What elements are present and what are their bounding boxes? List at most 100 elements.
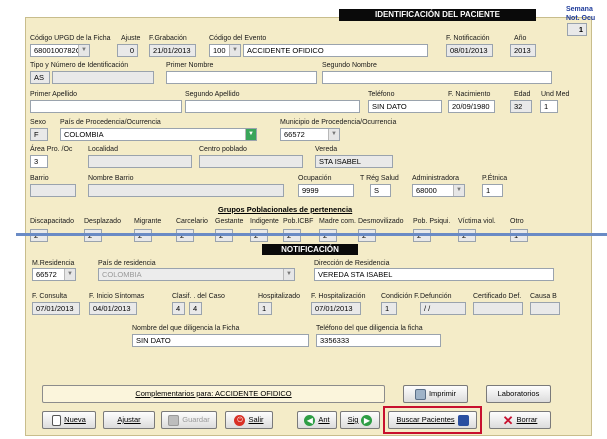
close-icon: ✕ <box>502 412 514 428</box>
area-field[interactable]: 3 <box>30 155 48 168</box>
administradora-value: 68000 <box>416 186 437 195</box>
defuncion-label: Defunción <box>420 293 452 300</box>
borrar-button[interactable]: ✕ Borrar <box>489 411 551 429</box>
guardar-button[interactable]: Guardar <box>161 411 217 429</box>
anterior-button[interactable]: ◀ Ant <box>297 411 337 429</box>
codigo-evento-select[interactable]: 100 ▼ <box>209 44 241 57</box>
f-inicio-field[interactable]: 04/01/2013 <box>89 302 137 315</box>
barrio-field[interactable] <box>30 184 76 197</box>
chevron-down-icon[interactable]: ▼ <box>453 185 464 196</box>
nombre-barrio-field[interactable] <box>88 184 284 197</box>
imprimir-button[interactable]: Imprimir <box>403 385 468 403</box>
f-grabacion-field[interactable]: 21/01/2013 <box>149 44 196 57</box>
primer-nombre-field[interactable] <box>166 71 317 84</box>
ajustar-label: Ajustar <box>117 415 141 424</box>
grupo-label: Desmovilizado <box>358 218 404 225</box>
hospitalizado-field[interactable]: 1 <box>258 302 272 315</box>
ajustar-button[interactable]: Ajustar <box>103 411 155 429</box>
f-hosp-label: F. Hospitalización <box>311 293 366 300</box>
f-consulta-field[interactable]: 07/01/2013 <box>32 302 80 315</box>
localidad-label: Localidad <box>88 146 118 153</box>
segundo-nombre-field[interactable] <box>322 71 552 84</box>
barrio-label: Barrio <box>30 175 49 182</box>
grupo-label: Otro <box>510 218 524 225</box>
primer-nombre-label: Primer Nombre <box>166 62 214 69</box>
tipo-id-field[interactable]: AS <box>30 71 50 84</box>
municipio-label: Municipio de Procedencia/Ocurrencia <box>280 119 397 126</box>
save-icon <box>168 414 180 426</box>
defuncion-field[interactable]: / / <box>420 302 466 315</box>
clasif-field-1[interactable]: 4 <box>172 302 185 315</box>
edad-field[interactable]: 32 <box>510 100 532 113</box>
printer-icon <box>414 388 426 400</box>
grupo-label: Gestante <box>215 218 244 225</box>
centro-poblado-label: Centro poblado <box>199 146 247 153</box>
pais-select[interactable]: COLOMBIA ▼ <box>60 128 257 141</box>
grupo-label: Migrante <box>134 218 162 225</box>
segundo-apellido-label: Segundo Apellido <box>185 91 240 98</box>
grupo-label: Discapacitado <box>30 218 74 225</box>
administradora-select[interactable]: 68000 ▼ <box>412 184 465 197</box>
chevron-down-icon[interactable]: ▼ <box>245 129 256 140</box>
hospitalizado-label: Hospitalizado <box>258 293 301 300</box>
m-residencia-select[interactable]: 66572 ▼ <box>32 268 76 281</box>
direccion-field[interactable]: VEREDA STA ISABEL <box>314 268 554 281</box>
ano-field[interactable]: 2013 <box>510 44 536 57</box>
m-residencia-value: 66572 <box>36 270 57 279</box>
chevron-down-icon[interactable]: ▼ <box>64 269 75 280</box>
clasif-field-2[interactable]: 4 <box>189 302 202 315</box>
numero-id-field[interactable] <box>52 71 154 84</box>
chevron-down-icon[interactable]: ▼ <box>283 269 294 280</box>
segundo-apellido-field[interactable] <box>185 100 360 113</box>
ocupacion-label: Ocupación <box>298 175 332 182</box>
vereda-field[interactable]: STA ISABEL <box>315 155 393 168</box>
certificado-field[interactable] <box>473 302 523 315</box>
reg-salud-field[interactable]: S <box>370 184 391 197</box>
imprimir-label: Imprimir <box>428 389 457 398</box>
siguiente-button[interactable]: Sig ▶ <box>340 411 380 429</box>
sexo-field[interactable]: F <box>30 128 48 141</box>
buscar-pacientes-button[interactable]: Buscar Pacientes <box>388 411 477 429</box>
und-med-label: Und Med <box>541 91 570 98</box>
grupo-label: Víctima viol. <box>458 218 496 225</box>
chevron-down-icon[interactable]: ▼ <box>229 45 240 56</box>
complementarios-button[interactable]: Complementarios para: ACCIDENTE OFIDICO <box>42 385 385 403</box>
chevron-down-icon[interactable]: ▼ <box>328 129 339 140</box>
salir-label: Salir <box>248 415 264 424</box>
f-nacimiento-field[interactable]: 20/09/1980 <box>448 100 495 113</box>
chevron-down-icon[interactable]: ▼ <box>78 45 89 56</box>
page-title: IDENTIFICACIÓN DEL PACIENTE <box>339 9 536 21</box>
certificado-label: Certificado Def. <box>473 293 522 300</box>
evento-name-field[interactable]: ACCIDENTE OFIDICO <box>243 44 428 57</box>
municipio-value: 66572 <box>284 130 305 139</box>
primer-apellido-label: Primer Apellido <box>30 91 78 98</box>
tipo-id-label: Tipo y Número de Identificación <box>30 62 129 69</box>
diligencia-nombre-field[interactable]: SIN DATO <box>132 334 309 347</box>
localidad-field[interactable] <box>88 155 192 168</box>
f-notificacion-field[interactable]: 08/01/2013 <box>446 44 493 57</box>
codigo-upgd-select[interactable]: 6800100782O1 ▼ <box>30 44 90 57</box>
ocupacion-field[interactable]: 9999 <box>298 184 354 197</box>
und-med-field[interactable]: 1 <box>540 100 558 113</box>
centro-poblado-field[interactable] <box>199 155 303 168</box>
nueva-button[interactable]: Nueva <box>42 411 96 429</box>
primer-apellido-field[interactable] <box>30 100 182 113</box>
m-residencia-label: M.Residencia <box>32 260 75 267</box>
pais-residencia-select[interactable]: COLOMBIA ▼ <box>98 268 295 281</box>
causa-field[interactable] <box>530 302 560 315</box>
semana-field[interactable]: 1 <box>567 23 587 36</box>
telefono-field[interactable]: SIN DATO <box>368 100 442 113</box>
diligencia-tel-field[interactable]: 3356333 <box>316 334 441 347</box>
diligencia-tel-label: Teléfono del que diligencia la ficha <box>316 325 423 332</box>
notificacion-title: NOTIFICACIÓN <box>262 244 358 255</box>
f-nacimiento-label: F. Nacimiento <box>448 91 491 98</box>
laboratorios-button[interactable]: Laboratorios <box>486 385 551 403</box>
municipio-select[interactable]: 66572 ▼ <box>280 128 340 141</box>
salir-button[interactable]: ⏻ Salir <box>225 411 273 429</box>
f-hosp-field[interactable]: 07/01/2013 <box>311 302 361 315</box>
condicion-field[interactable]: 1 <box>381 302 397 315</box>
p-etnica-field[interactable]: 1 <box>482 184 503 197</box>
f-inicio-label: F. Inicio Síntomas <box>89 293 145 300</box>
codigo-evento-code: 100 <box>213 46 226 55</box>
ajuste-field[interactable]: 0 <box>117 44 138 57</box>
